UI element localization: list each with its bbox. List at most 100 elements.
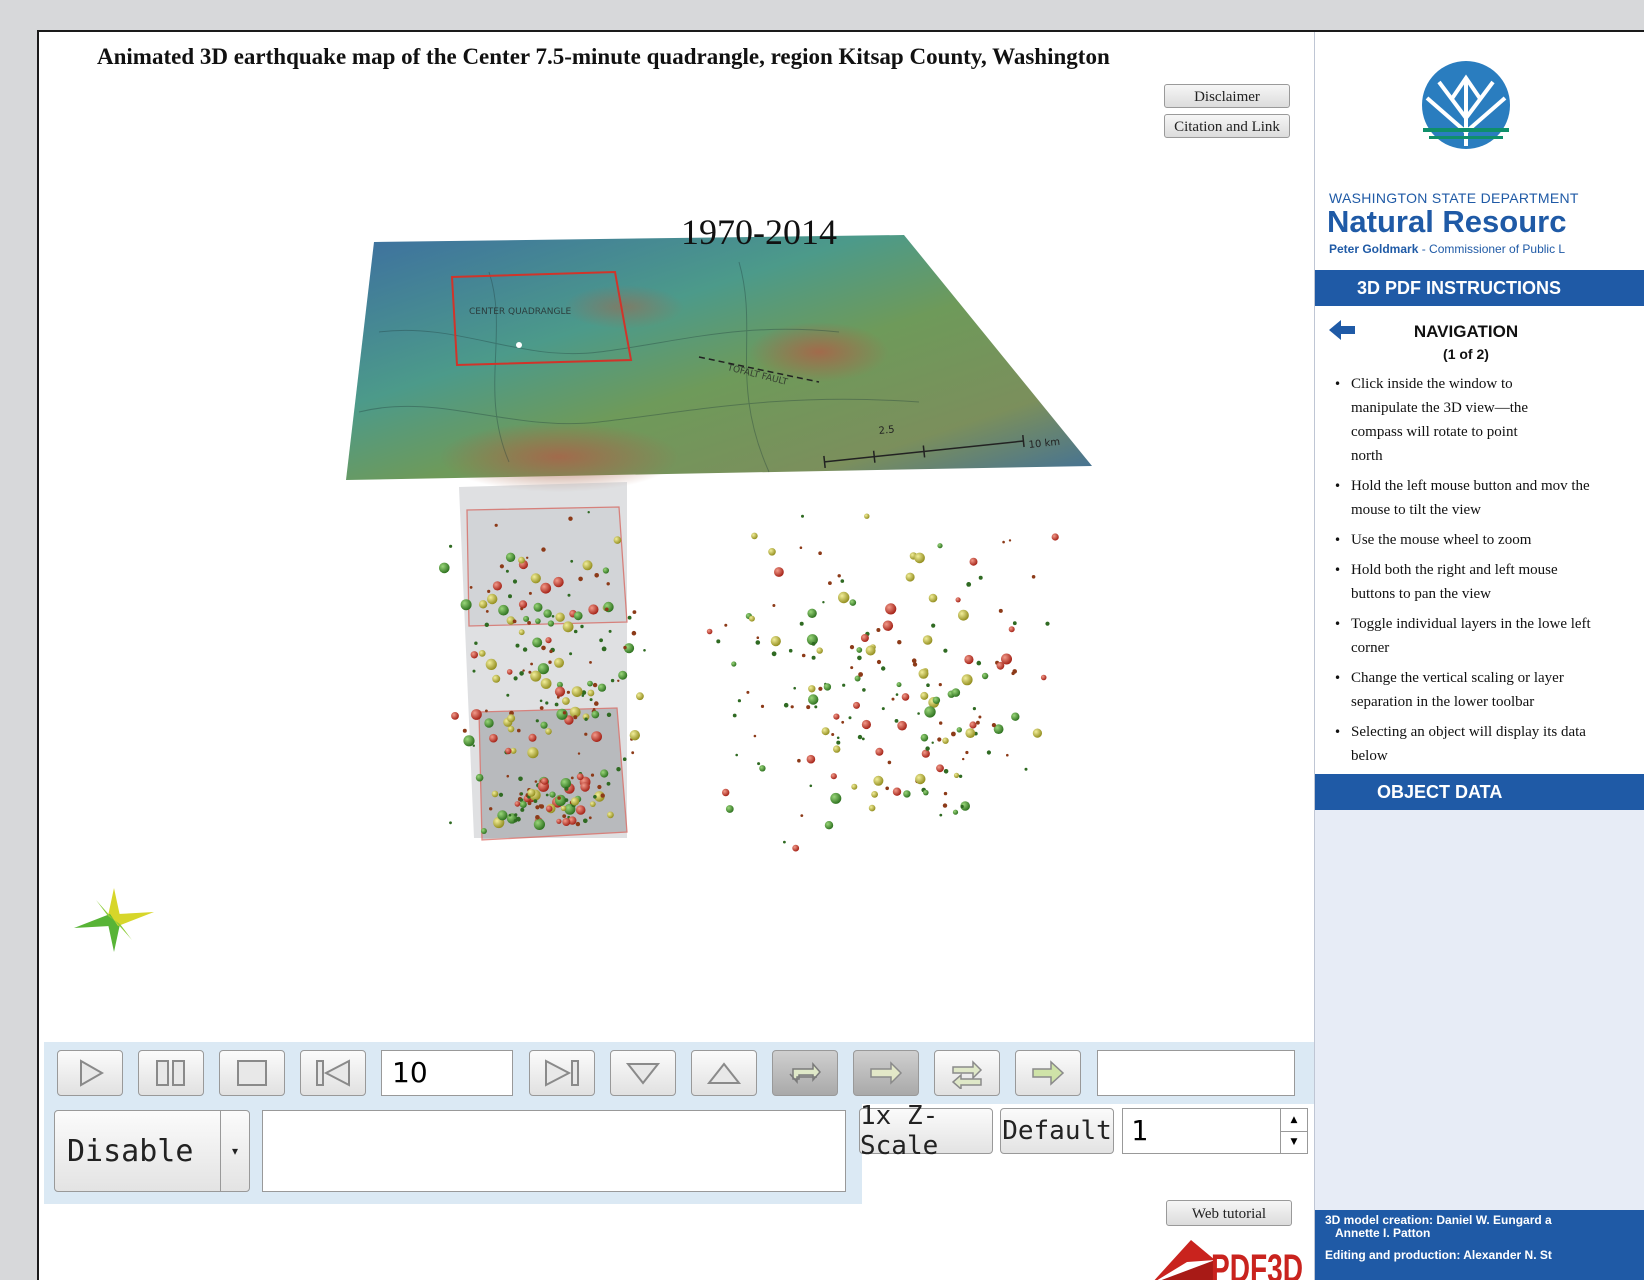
earthquake-point[interactable] [1031, 575, 1036, 579]
earthquake-point[interactable] [882, 620, 894, 631]
earthquake-point[interactable] [952, 809, 959, 815]
earthquake-point[interactable] [484, 718, 494, 728]
earthquake-point[interactable] [597, 683, 607, 692]
earthquake-point[interactable] [806, 754, 816, 764]
earthquake-point[interactable] [897, 640, 902, 645]
earthquake-point[interactable] [451, 712, 459, 720]
layer-text-field[interactable] [262, 1110, 846, 1192]
earthquake-point[interactable] [891, 697, 895, 701]
earthquake-point[interactable] [498, 604, 509, 616]
earthquake-point[interactable] [591, 731, 602, 742]
earthquake-point[interactable] [519, 671, 524, 676]
earthquake-point[interactable] [471, 709, 482, 720]
earthquake-point[interactable] [580, 624, 584, 629]
earthquake-point[interactable] [757, 762, 761, 766]
earthquake-point[interactable] [527, 801, 532, 806]
earthquake-point[interactable] [876, 659, 882, 665]
earthquake-point[interactable] [571, 686, 583, 697]
earthquake-point[interactable] [582, 560, 593, 571]
earthquake-point[interactable] [587, 689, 595, 697]
earthquake-point[interactable] [512, 579, 518, 584]
earthquake-point[interactable] [591, 710, 600, 719]
earthquake-point[interactable] [897, 720, 907, 731]
earthquake-point[interactable] [592, 682, 598, 688]
earthquake-point[interactable] [887, 760, 892, 765]
earthquake-point[interactable] [514, 801, 521, 807]
earthquake-point[interactable] [594, 701, 599, 706]
earthquake-point[interactable] [485, 658, 497, 671]
earthquake-point[interactable] [606, 712, 612, 717]
earthquake-point[interactable] [853, 701, 860, 709]
earthquake-point[interactable] [462, 728, 467, 733]
earthquake-point[interactable] [513, 819, 518, 823]
slower-button[interactable] [610, 1050, 676, 1096]
earthquake-point[interactable] [587, 680, 593, 687]
earthquake-point[interactable] [943, 791, 948, 796]
earthquake-point[interactable] [751, 532, 758, 540]
earthquake-point[interactable] [830, 792, 842, 804]
earthquake-point[interactable] [584, 717, 588, 721]
earthquake-point[interactable] [792, 844, 800, 852]
earthquake-point[interactable] [800, 814, 804, 817]
earthquake-point[interactable] [1024, 767, 1028, 771]
earthquake-point[interactable] [735, 753, 738, 757]
earthquake-point[interactable] [822, 601, 825, 604]
earthquake-point[interactable] [1011, 712, 1020, 721]
earthquake-point[interactable] [753, 734, 757, 738]
earthquake-point[interactable] [575, 821, 581, 827]
earthquake-point[interactable] [607, 811, 614, 819]
stop-button[interactable] [219, 1050, 285, 1096]
earthquake-point[interactable] [560, 805, 567, 811]
earthquake-point[interactable] [545, 728, 552, 735]
earthquake-point[interactable] [562, 697, 570, 705]
earthquake-point[interactable] [554, 657, 564, 668]
earthquake-point[interactable] [629, 730, 640, 741]
earthquake-point[interactable] [821, 727, 830, 736]
earthquake-point[interactable] [808, 685, 816, 693]
earthquake-point[interactable] [1012, 621, 1017, 626]
earthquake-point[interactable] [793, 686, 796, 690]
earthquake-point[interactable] [858, 672, 863, 677]
earthquake-point[interactable] [790, 705, 794, 709]
earthquake-point[interactable] [885, 603, 897, 615]
earthquake-point[interactable] [731, 661, 737, 667]
earthquake-point[interactable] [814, 705, 818, 709]
default-button[interactable]: Default [1000, 1108, 1114, 1154]
earthquake-point[interactable] [976, 720, 980, 725]
earthquake-point[interactable] [513, 676, 518, 681]
zscale-button[interactable]: 1x Z-Scale [859, 1101, 993, 1161]
earthquake-point[interactable] [937, 543, 943, 549]
earthquake-point[interactable] [505, 747, 512, 755]
earthquake-point[interactable] [506, 693, 510, 697]
earthquake-point[interactable] [583, 818, 588, 824]
earthquake-point[interactable] [541, 645, 546, 651]
earthquake-point[interactable] [600, 769, 609, 778]
earthquake-point[interactable] [865, 645, 876, 656]
earthquake-point[interactable] [533, 602, 543, 612]
earthquake-point[interactable] [512, 619, 517, 624]
earthquake-point[interactable] [618, 670, 628, 680]
earthquake-point[interactable] [972, 707, 977, 711]
earthquake-point[interactable] [543, 609, 552, 618]
first-frame-button[interactable] [300, 1050, 366, 1096]
earthquake-point[interactable] [931, 741, 934, 744]
earthquake-point[interactable] [923, 789, 929, 796]
earthquake-point[interactable] [520, 807, 525, 812]
earthquake-point[interactable] [969, 721, 977, 729]
earthquake-point[interactable] [864, 513, 870, 519]
earthquake-point[interactable] [920, 733, 929, 742]
earthquake-point[interactable] [976, 660, 982, 666]
earthquake-point[interactable] [590, 773, 595, 777]
earthquake-point[interactable] [939, 721, 943, 725]
earthquake-point[interactable] [573, 611, 583, 621]
earthquake-point[interactable] [485, 610, 489, 613]
earthquake-point[interactable] [627, 615, 632, 620]
earthquake-point[interactable] [861, 737, 865, 741]
earthquake-point[interactable] [824, 821, 834, 830]
earthquake-point[interactable] [492, 674, 501, 683]
earthquake-point[interactable] [472, 744, 475, 747]
earthquake-point[interactable] [964, 654, 974, 665]
earthquake-point[interactable] [840, 579, 845, 583]
earthquake-point[interactable] [597, 784, 602, 790]
earthquake-point[interactable] [475, 773, 484, 782]
